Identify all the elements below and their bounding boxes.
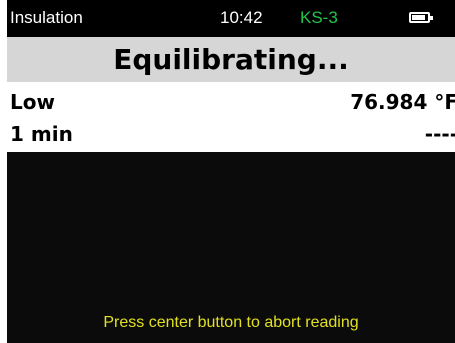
reading-value: ---- (424, 122, 455, 146)
status-bar: Insulation 10:42 KS-3 (7, 0, 455, 37)
probe-id: KS-3 (300, 8, 338, 27)
reading-value: 76.984 °F (350, 90, 455, 114)
reading-row-1min: 1 min ---- (7, 120, 455, 150)
clock: 10:42 (220, 8, 263, 27)
app-name: Insulation (10, 8, 83, 27)
screen-title: Equilibrating... (7, 37, 455, 82)
battery-level (412, 15, 425, 20)
battery-icon (409, 12, 433, 23)
battery-terminal (430, 16, 433, 20)
device-screen: Insulation 10:42 KS-3 Equilibrating... L… (7, 0, 455, 343)
reading-label: 1 min (10, 122, 73, 146)
reading-row-low: Low 76.984 °F (7, 88, 455, 118)
reading-label: Low (10, 90, 55, 114)
readings-panel: Low 76.984 °F 1 min ---- (7, 82, 455, 152)
abort-hint: Press center button to abort reading (103, 314, 359, 331)
